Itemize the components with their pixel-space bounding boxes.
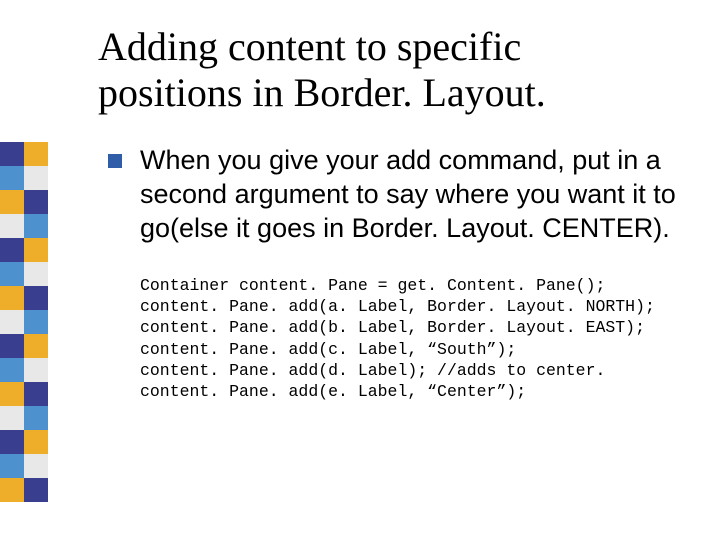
sidebar-cell <box>0 382 24 406</box>
sidebar-cell <box>0 358 24 382</box>
slide-body: When you give your add command, put in a… <box>98 144 680 402</box>
sidebar-cell <box>24 190 48 214</box>
sidebar-cell <box>0 430 24 454</box>
code-block: Container content. Pane = get. Content. … <box>140 275 680 402</box>
sidebar-cell <box>0 454 24 478</box>
sidebar-cell <box>24 286 48 310</box>
slide-title: Adding content to specific positions in … <box>98 24 680 116</box>
square-bullet-icon <box>108 154 122 168</box>
sidebar-cell <box>0 310 24 334</box>
sidebar-cell <box>0 262 24 286</box>
sidebar-cell <box>0 406 24 430</box>
bullet-text: When you give your add command, put in a… <box>140 144 680 245</box>
slide-content: Adding content to specific positions in … <box>98 24 680 510</box>
title-line-2: positions in Border. Layout. <box>98 70 546 115</box>
sidebar-cell <box>0 238 24 262</box>
sidebar-cell <box>0 190 24 214</box>
sidebar-cell <box>24 214 48 238</box>
sidebar-cell <box>24 238 48 262</box>
sidebar-cell <box>0 142 24 166</box>
sidebar-cell <box>24 382 48 406</box>
sidebar-cell <box>24 166 48 190</box>
sidebar-cell <box>24 454 48 478</box>
title-line-1: Adding content to specific <box>98 24 521 69</box>
sidebar-cell <box>24 358 48 382</box>
sidebar-cell <box>0 334 24 358</box>
sidebar-cell <box>24 262 48 286</box>
sidebar-cell <box>24 334 48 358</box>
sidebar-cell <box>24 406 48 430</box>
sidebar-cell <box>24 310 48 334</box>
sidebar-cell <box>0 166 24 190</box>
sidebar-cell <box>0 286 24 310</box>
sidebar-cell <box>0 478 24 502</box>
sidebar-cell <box>0 214 24 238</box>
bullet-item: When you give your add command, put in a… <box>98 144 680 245</box>
sidebar-cell <box>24 430 48 454</box>
sidebar-cell <box>24 142 48 166</box>
sidebar-cell <box>24 478 48 502</box>
